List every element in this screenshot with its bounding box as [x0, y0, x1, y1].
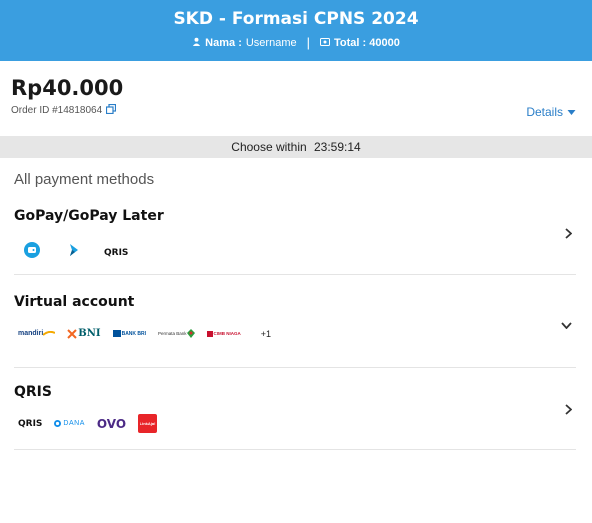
countdown-bar: Choose within 23:59:14 — [0, 136, 592, 158]
bni-logo: BNI — [67, 328, 101, 339]
method-title: QRIS — [14, 384, 52, 400]
permata-logo: Permata Bank — [158, 329, 195, 338]
chevron-right-icon — [565, 226, 573, 242]
divider — [14, 449, 576, 450]
qris-logo: QRIS — [18, 418, 43, 429]
bri-logo: BANK BRI — [112, 330, 146, 337]
gopay-icon — [24, 242, 40, 263]
name-value: Username — [245, 36, 297, 49]
gopay-later-icon — [68, 242, 80, 263]
amount-total: Rp40.000 — [11, 76, 124, 100]
details-label: Details — [526, 105, 563, 119]
chevron-down-icon — [561, 316, 572, 332]
countdown-label: Choose within — [231, 140, 307, 154]
page-title: SKD - Formasi CPNS 2024 — [173, 9, 419, 29]
details-button[interactable]: Details — [526, 105, 576, 119]
method-logos: mandiri BNI BANK BRI Permata Bank CIMB N… — [14, 328, 271, 339]
page-header: SKD - Formasi CPNS 2024 Nama : Username … — [0, 0, 592, 61]
method-gopay[interactable]: GoPay/GoPay Later QRIS — [14, 208, 576, 268]
more-count: +1 — [260, 328, 272, 339]
section-title: All payment methods — [14, 171, 155, 188]
ovo-logo: OVO — [96, 416, 127, 431]
cimb-logo: CIMB NIAGA — [206, 330, 241, 337]
method-title: Virtual account — [14, 294, 135, 310]
countdown-value: 23:59:14 — [314, 140, 361, 154]
method-logos: QRIS — [14, 242, 128, 263]
divider — [14, 367, 576, 368]
qris-logo: QRIS — [104, 247, 129, 258]
method-logos: QRIS DANA OVO LinkAja! — [14, 414, 158, 433]
header-subtitle: Nama : Username | Total : 40000 — [0, 35, 592, 50]
method-virtual-account[interactable]: Virtual account mandiri BNI BANK BRI Per… — [14, 294, 576, 354]
linkaja-logo: LinkAja! — [138, 414, 158, 433]
chevron-right-icon — [565, 402, 573, 418]
divider-bar: | — [306, 35, 310, 50]
user-icon — [192, 37, 201, 49]
copy-icon[interactable] — [106, 103, 117, 117]
mandiri-logo: mandiri — [18, 330, 56, 337]
name-label: Nama : — [205, 36, 242, 49]
method-title: GoPay/GoPay Later — [14, 208, 164, 224]
total-label: Total : 40000 — [334, 36, 400, 49]
divider — [14, 274, 576, 275]
method-qris[interactable]: QRIS QRIS DANA OVO LinkAja! — [14, 384, 576, 444]
order-id: Order ID #14818064 — [11, 105, 103, 116]
order-id-row: Order ID #14818064 — [11, 103, 117, 117]
money-icon — [320, 37, 330, 49]
caret-down-icon — [567, 105, 576, 119]
dana-logo: DANA — [54, 420, 84, 427]
